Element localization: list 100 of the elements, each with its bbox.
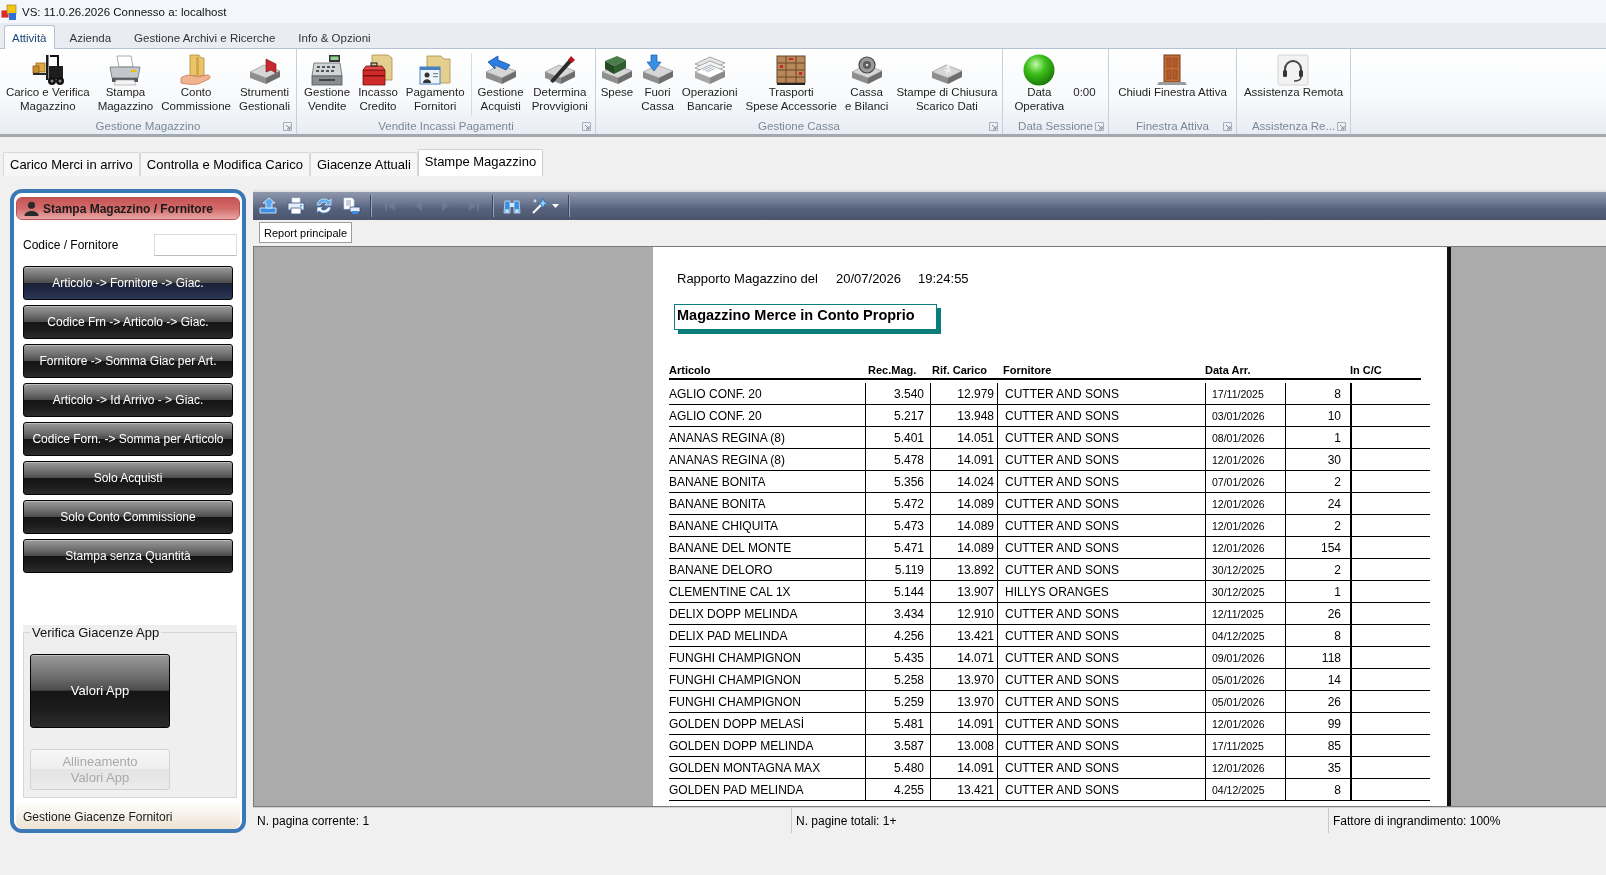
table-cell: 2 (1285, 471, 1350, 492)
ribbon-button[interactable]: Gestione Vendite (300, 53, 355, 114)
action-button[interactable]: Articolo -> Fornitore -> Giac. (23, 266, 233, 300)
printer-icon (287, 197, 305, 215)
table-cell-text: GOLDEN DOPP MELINDA (669, 737, 815, 755)
document-tab[interactable]: Stampe Magazzino (417, 149, 544, 176)
table-cell-text: FUNGHI CHAMPIGNON (669, 649, 802, 667)
ribbon-button[interactable]: Operazioni Bancarie (677, 53, 742, 114)
table-cell: CUTTER AND SONS (997, 427, 1205, 448)
table-cell: 14.089 (930, 537, 997, 558)
ribbon-tab[interactable]: Azienda (61, 26, 120, 49)
table-cell-text: BANANE BONITA (669, 495, 767, 513)
table-cell: 35 (1285, 757, 1350, 778)
table-cell: CUTTER AND SONS (997, 471, 1205, 492)
page-setup-icon (343, 197, 361, 215)
ribbon-button[interactable]: Determina Provvigioni (527, 53, 592, 114)
printer-icon (109, 54, 142, 86)
table-cell-text: DELIX PAD MELINDA (669, 627, 789, 645)
tray-book-icon (600, 54, 633, 86)
table-cell-text: GOLDEN PAD MELINDA (669, 781, 805, 799)
table-cell: CUTTER AND SONS (997, 449, 1205, 470)
table-cell: 13.948 (930, 405, 997, 426)
ribbon-button[interactable]: Carico e Verifica Magazzino (1, 53, 94, 114)
ribbon-button[interactable]: Stampe di Chiusura Scarico Dati (892, 53, 1002, 114)
ribbon-tab[interactable]: Info & Opzioni (290, 26, 379, 49)
ribbon-button[interactable]: Incasso Credito (354, 53, 402, 114)
table-cell: 12/01/2026 (1205, 537, 1285, 558)
table-cell: CUTTER AND SONS (997, 383, 1205, 404)
ribbon-button[interactable]: Pagamento Fornitori (401, 53, 469, 114)
table-cell: 13.421 (930, 779, 997, 800)
ribbon-button[interactable]: Cassa e Bilanci (840, 53, 893, 114)
document-tab[interactable]: Carico Merci in arrivo (3, 152, 140, 176)
table-cell: 14.091 (930, 713, 997, 734)
table-cell: 12/01/2026 (1205, 713, 1285, 734)
ribbon-button[interactable]: Conto Commissione (157, 53, 235, 114)
table-cell: 04/12/2025 (1205, 779, 1285, 800)
table-cell: CUTTER AND SONS (997, 405, 1205, 426)
table-cell: CUTTER AND SONS (997, 515, 1205, 536)
table-cell: 4.256 (865, 625, 930, 646)
panel-footer: Gestione Giacenze Fornitori (16, 804, 240, 829)
ribbon-button[interactable]: Chiudi Finestra Attiva (1114, 53, 1231, 101)
table-cell: 3.587 (865, 735, 930, 756)
table-cell: CUTTER AND SONS (997, 669, 1205, 690)
table-cell: 14.071 (930, 647, 997, 668)
table-cell: CUTTER AND SONS (997, 493, 1205, 514)
ribbon-button[interactable]: Stampa Magazzino (93, 53, 158, 114)
export-icon (259, 197, 277, 215)
launcher-icon (1337, 121, 1346, 131)
column-header: Articolo (669, 363, 711, 376)
ribbon-button[interactable]: Strumenti Gestionali (234, 53, 295, 114)
table-cell: 13.970 (930, 669, 997, 690)
ribbon-button[interactable]: Spese (596, 53, 638, 101)
table-cell: 5.478 (865, 449, 930, 470)
action-button[interactable]: Codice Frn -> Articolo -> Giac. (23, 305, 233, 339)
table-cell: CUTTER AND SONS (997, 647, 1205, 668)
ribbon-button[interactable]: Fuori Cassa (637, 53, 678, 114)
table-cell-text: FUNGHI CHAMPIGNON (669, 671, 802, 689)
ribbon-button[interactable]: Gestione Acquisti (473, 53, 528, 114)
action-button[interactable]: Codice Forn. -> Somma per Articolo (23, 422, 233, 456)
table-cell-text: GOLDEN MONTAGNA MAX (669, 759, 822, 777)
ribbon-tab[interactable]: Attività (4, 25, 55, 49)
tray-arrow-icon (484, 54, 517, 86)
document-tab[interactable]: Giacenze Attuali (309, 152, 418, 176)
ribbon-button[interactable]: Assistenza Remota (1239, 53, 1348, 101)
refresh-icon (315, 197, 333, 215)
table-cell: 26 (1285, 691, 1350, 712)
table-cell: 26 (1285, 603, 1350, 624)
table-cell: 12/01/2026 (1205, 493, 1285, 514)
table-cell: 14.089 (930, 515, 997, 536)
action-button[interactable]: Solo Conto Commissione (23, 500, 233, 534)
ribbon-tab[interactable]: Gestione Archivi e Ricerche (126, 26, 284, 49)
table-cell: CUTTER AND SONS (997, 779, 1205, 800)
table-cell: 5.435 (865, 647, 930, 668)
action-button[interactable]: Stampa senza Quantità (23, 539, 233, 573)
table-cell-text: FUNGHI CHAMPIGNON (669, 693, 802, 711)
code-field[interactable] (154, 234, 237, 256)
document-tab[interactable]: Controlla e Modifica Carico (139, 152, 310, 176)
status-light-icon (1023, 54, 1056, 86)
action-button[interactable]: Solo Acquisti (23, 461, 233, 495)
table-cell: 5.480 (865, 757, 930, 778)
last-page-icon (468, 200, 480, 212)
table-cell: 154 (1285, 537, 1350, 558)
status-text: N. pagina corrente: 1 (253, 808, 792, 833)
group-label: Data Sessione (1018, 120, 1093, 132)
table-cell: 13.892 (930, 559, 997, 580)
documents-icon (693, 54, 726, 86)
table-cell: 14.024 (930, 471, 997, 492)
table-cell: 30 (1285, 449, 1350, 470)
table-cell-text: GOLDEN DOPP MELASİ (669, 715, 806, 733)
action-button[interactable]: Fornitore -> Somma Giac per Art. (23, 344, 233, 378)
ribbon-button[interactable]: Data Operativa (1010, 53, 1069, 114)
action-button[interactable]: Valori App (30, 654, 170, 728)
table-cell-text: BANANE DELORO (669, 561, 774, 579)
table-cell: 17/11/2025 (1205, 383, 1285, 404)
field-label: Codice / Fornitore (23, 238, 119, 252)
column-header: Data Arr. (1205, 363, 1251, 376)
ribbon-button[interactable]: Trasporti Spese Accessorie (741, 53, 841, 114)
time-label: 0:00 (1072, 86, 1097, 100)
report-tab[interactable]: Report principale (259, 222, 353, 243)
action-button[interactable]: Articolo -> Id Arrivo - > Giac. (23, 383, 233, 417)
